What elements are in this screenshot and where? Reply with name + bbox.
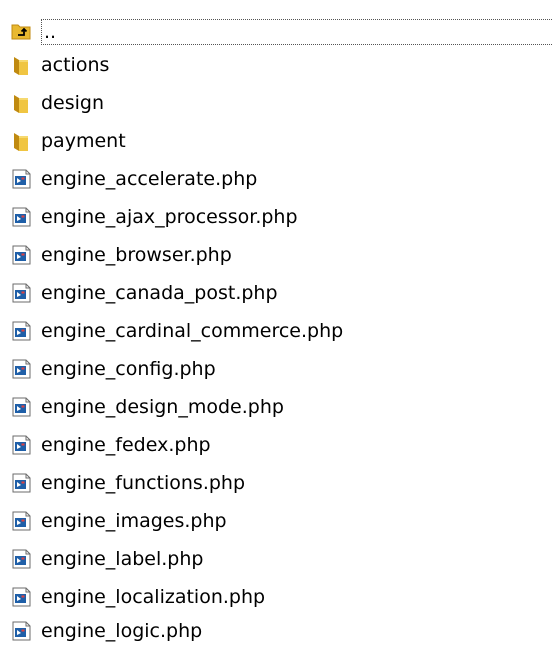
list-item-label: engine_fedex.php (41, 434, 211, 456)
php-file-icon (8, 470, 34, 496)
list-item-label: payment (41, 130, 126, 152)
php-file-icon (8, 618, 34, 644)
list-item-folder[interactable]: payment (0, 122, 126, 160)
list-item-label: engine_cardinal_commerce.php (41, 320, 344, 342)
list-item-label: engine_images.php (41, 510, 227, 532)
list-item-file[interactable]: engine_label.php (0, 540, 203, 578)
list-item-label: engine_functions.php (41, 472, 246, 494)
php-file-icon (8, 280, 34, 306)
php-file-icon (8, 584, 34, 610)
list-item-file[interactable]: engine_ajax_processor.php (0, 198, 298, 236)
php-file-icon (8, 242, 34, 268)
list-item-label: .. (41, 19, 552, 45)
list-item-file[interactable]: engine_accelerate.php (0, 160, 257, 198)
php-file-icon (8, 546, 34, 572)
list-item-file[interactable]: engine_cardinal_commerce.php (0, 312, 343, 350)
list-item-file[interactable]: engine_browser.php (0, 236, 232, 274)
list-item-file[interactable]: engine_logic.php (0, 612, 202, 648)
list-item-label: engine_design_mode.php (41, 396, 284, 418)
list-item-label: engine_config.php (41, 358, 216, 380)
list-item-label: engine_canada_post.php (41, 282, 278, 304)
php-file-icon (8, 508, 34, 534)
list-item-label: engine_accelerate.php (41, 168, 258, 190)
list-item-label: engine_label.php (41, 548, 204, 570)
php-file-icon (8, 204, 34, 230)
file-list: .. actions design payment engine_acceler… (0, 0, 552, 648)
folder-icon (8, 90, 34, 116)
list-item-label: engine_localization.php (41, 586, 266, 608)
list-item-file[interactable]: engine_config.php (0, 350, 216, 388)
list-item-file[interactable]: engine_images.php (0, 502, 227, 540)
list-item-file[interactable]: engine_localization.php (0, 578, 265, 616)
list-item-label: actions (41, 54, 110, 76)
list-item-label: engine_browser.php (41, 244, 232, 266)
list-item-file[interactable]: engine_design_mode.php (0, 388, 284, 426)
list-item-label: design (41, 92, 105, 114)
list-item-label: engine_logic.php (41, 620, 203, 642)
list-item-parent-folder[interactable]: .. (0, 12, 552, 50)
list-item-label: engine_ajax_processor.php (41, 206, 298, 228)
list-item-file[interactable]: engine_functions.php (0, 464, 245, 502)
php-file-icon (8, 318, 34, 344)
folder-icon (8, 52, 34, 78)
list-item-folder[interactable]: actions (0, 46, 109, 84)
php-file-icon (8, 356, 34, 382)
php-file-icon (8, 394, 34, 420)
list-item-file[interactable]: engine_fedex.php (0, 426, 211, 464)
php-file-icon (8, 432, 34, 458)
folder-icon (8, 128, 34, 154)
folder-up-icon (8, 18, 34, 44)
list-item-folder[interactable]: design (0, 84, 104, 122)
list-item-file[interactable]: engine_canada_post.php (0, 274, 278, 312)
php-file-icon (8, 166, 34, 192)
